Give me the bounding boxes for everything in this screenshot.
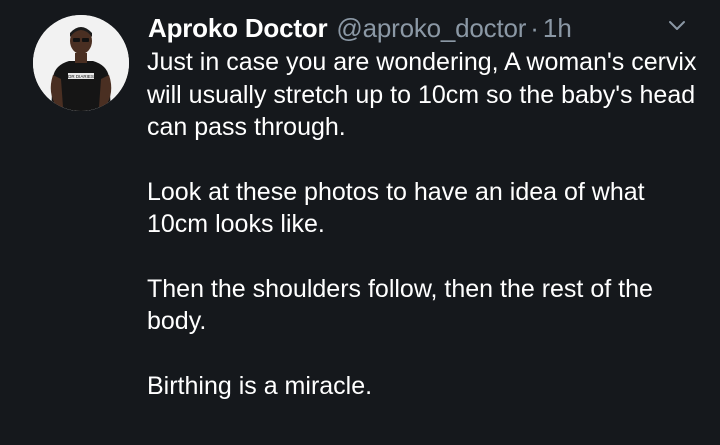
tweet-header: Aproko Doctor @aproko_doctor · 1h: [148, 12, 572, 44]
avatar[interactable]: DR DIARIES: [33, 15, 129, 111]
tweet-paragraph-3: Then the shoulders follow, then the rest…: [147, 274, 653, 336]
display-name[interactable]: Aproko Doctor: [148, 12, 328, 44]
avatar-shirt-text: DR DIARIES: [68, 74, 94, 79]
chevron-down-icon: [669, 21, 685, 30]
user-handle[interactable]: @aproko_doctor: [336, 12, 526, 44]
avatar-image: DR DIARIES: [33, 15, 129, 111]
tweet-paragraph-4: Birthing is a miracle.: [147, 371, 373, 400]
timestamp[interactable]: 1h: [543, 12, 572, 44]
more-options-button[interactable]: [664, 12, 690, 38]
tweet[interactable]: DR DIARIES Aproko Doctor @aproko_doctor …: [0, 0, 720, 445]
tweet-text: Just in case you are wondering, A woman'…: [147, 46, 707, 434]
separator-dot: ·: [530, 13, 539, 43]
tweet-paragraph-1: Just in case you are wondering, A woman'…: [147, 48, 697, 141]
tweet-paragraph-2: Look at these photos to have an idea of …: [147, 177, 645, 239]
